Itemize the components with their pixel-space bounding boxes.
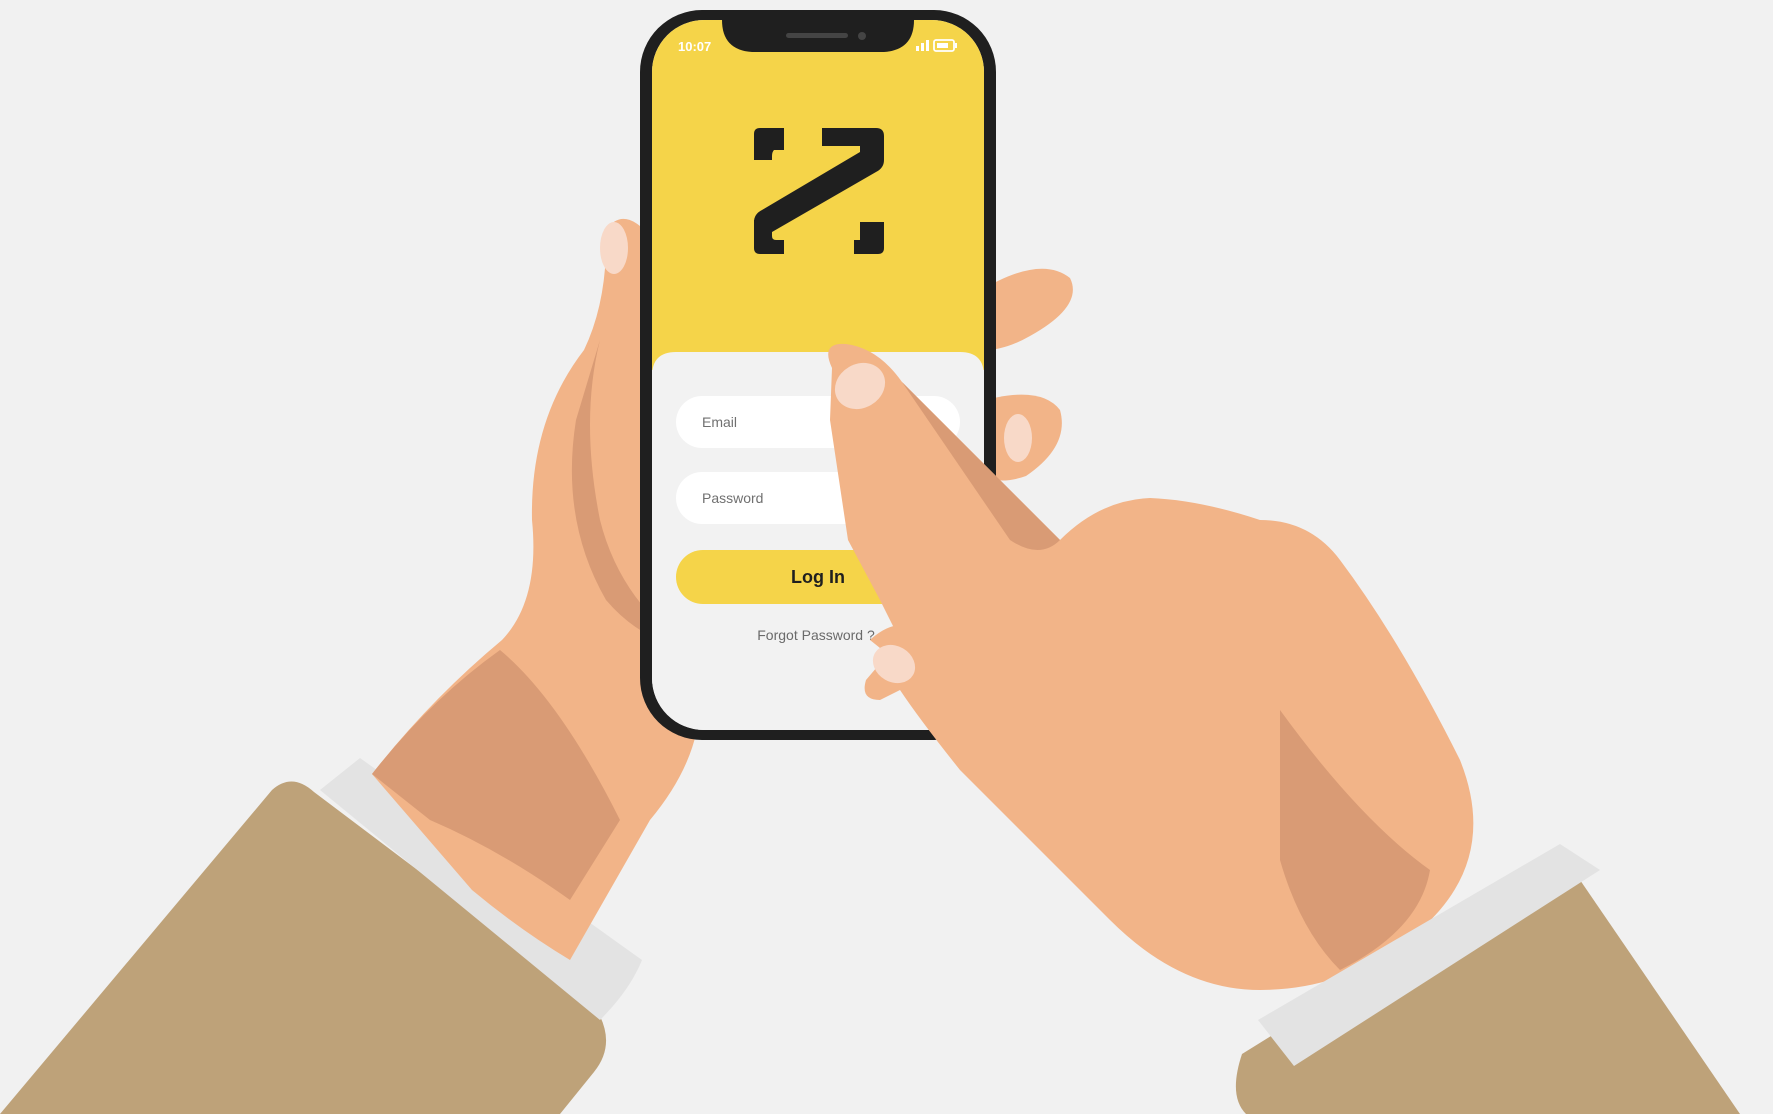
forgot-password-link[interactable]: Forgot Password ? [757,627,875,643]
illustration-canvas: 10:07 Email Password Log In Forgot Passw… [0,10,1740,1114]
right-hand [828,343,1474,990]
password-placeholder: Password [702,490,763,506]
login-button-label: Log In [791,567,845,587]
email-placeholder: Email [702,414,737,430]
status-time: 10:07 [678,39,711,54]
login-illustration-scene: 10:07 Email Password Log In Forgot Passw… [0,0,1773,1114]
